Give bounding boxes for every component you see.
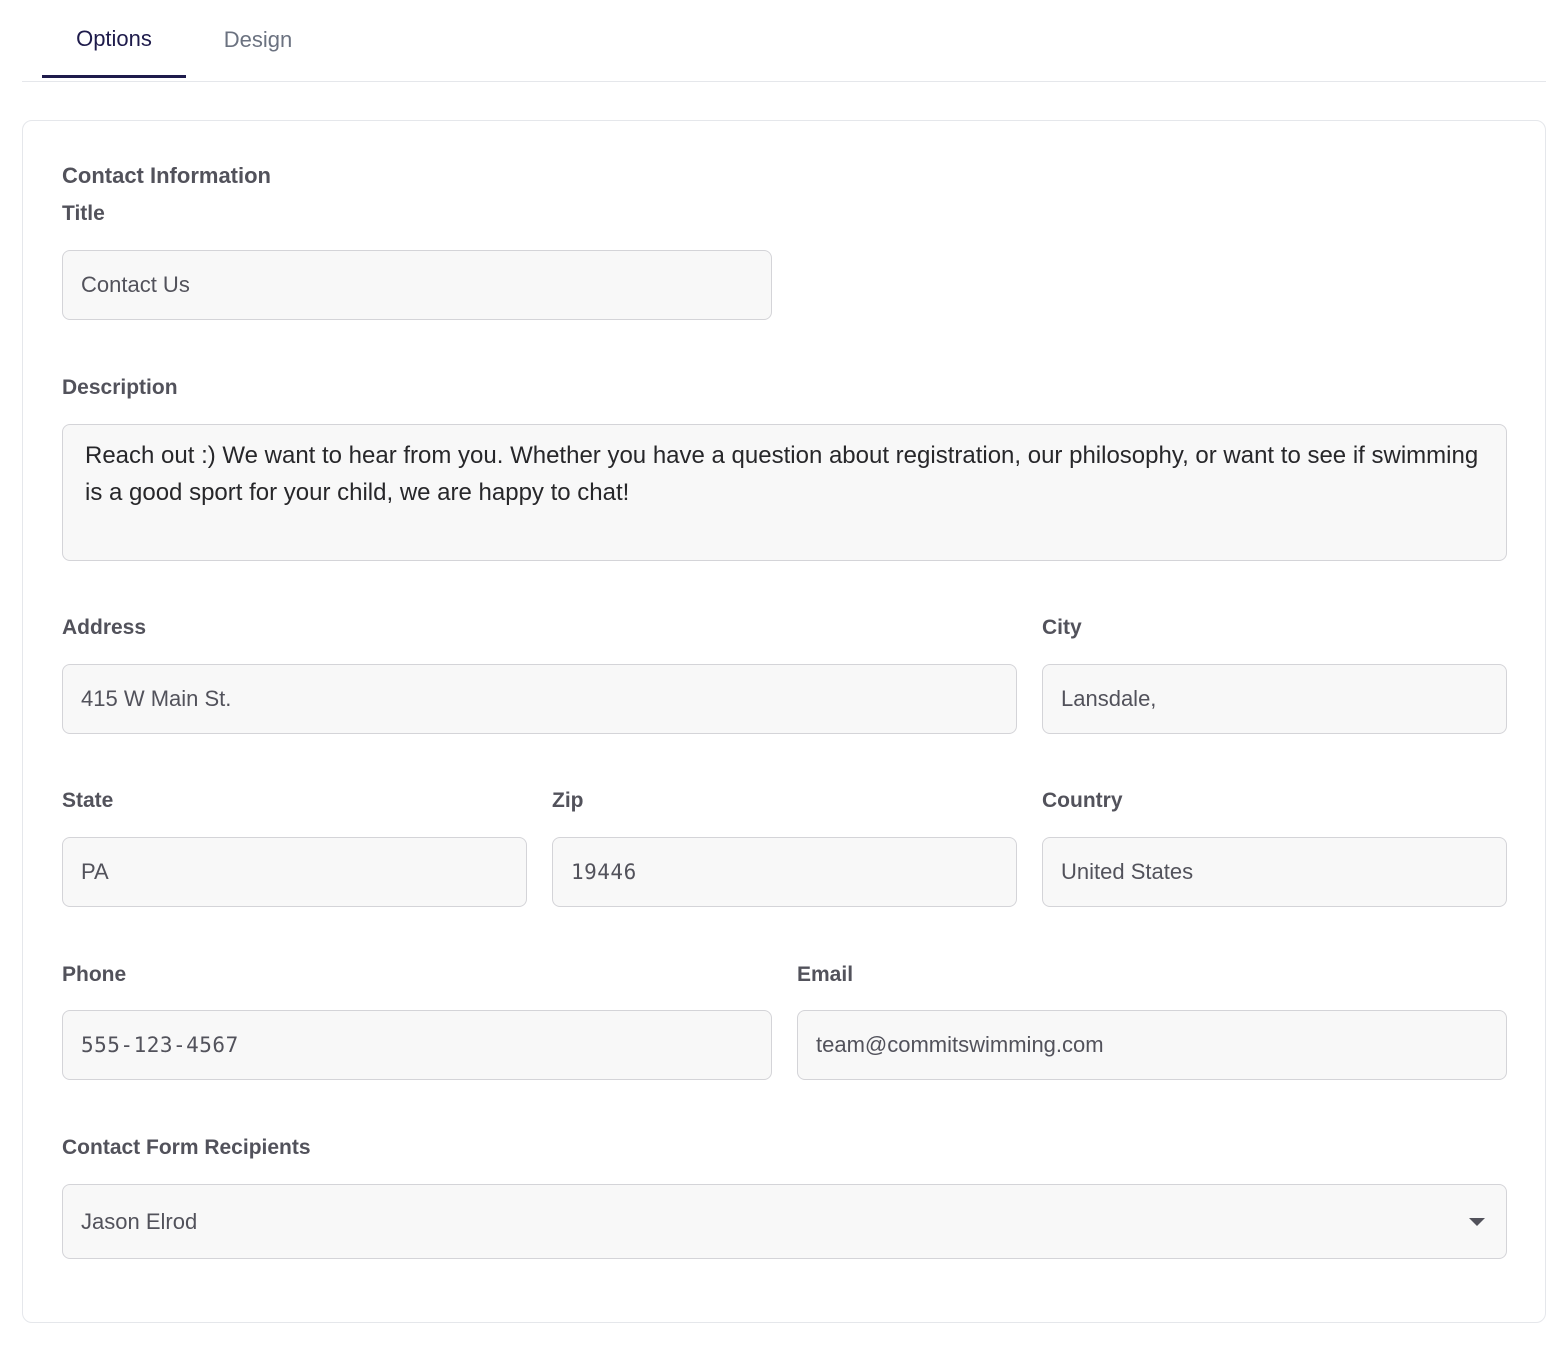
country-label: Country — [1042, 789, 1123, 812]
city-label: City — [1042, 616, 1082, 639]
title-label: Title — [62, 202, 105, 225]
email-label: Email — [797, 963, 854, 986]
state-label: State — [62, 789, 114, 812]
description-textarea[interactable]: Reach out :) We want to hear from you. W… — [62, 424, 1507, 561]
address-input[interactable]: 415 W Main St. — [62, 664, 1017, 734]
phone-input[interactable]: 555-123-4567 — [62, 1010, 772, 1080]
city-input[interactable]: Lansdale, — [1042, 664, 1507, 734]
country-input[interactable]: United States — [1042, 837, 1507, 907]
tab-bar: Options Design — [22, 0, 1546, 82]
section-title: Contact Information — [62, 163, 271, 188]
chevron-down-icon — [1469, 1217, 1485, 1226]
zip-label: Zip — [552, 789, 584, 812]
description-label: Description — [62, 376, 178, 399]
tab-design[interactable]: Design — [210, 0, 306, 80]
recipients-select[interactable]: Jason Elrod — [62, 1184, 1507, 1259]
tab-options[interactable]: Options — [42, 0, 186, 78]
contact-information-card: Contact Information Title Contact Us Des… — [22, 120, 1546, 1323]
address-label: Address — [62, 616, 147, 639]
title-input[interactable]: Contact Us — [62, 250, 772, 320]
recipients-label: Contact Form Recipients — [62, 1136, 311, 1159]
email-input[interactable]: team@commitswimming.com — [797, 1010, 1507, 1080]
zip-input[interactable]: 19446 — [552, 837, 1017, 907]
state-input[interactable]: PA — [62, 837, 527, 907]
recipients-selected-value: Jason Elrod — [81, 1208, 198, 1234]
phone-label: Phone — [62, 963, 127, 986]
